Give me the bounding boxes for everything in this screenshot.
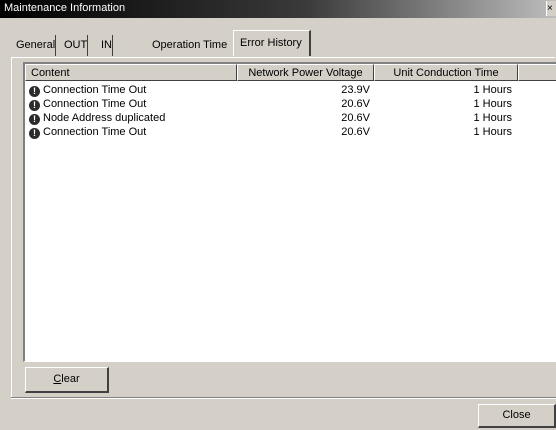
error-history-list[interactable]: Content Network Power Voltage Unit Condu… <box>23 62 556 362</box>
window-close-button[interactable]: × <box>546 1 556 16</box>
row-time: 1 Hours <box>473 98 512 110</box>
table-row[interactable]: ! Node Address duplicated 20.6V 1 Hours <box>25 111 556 125</box>
tab-error-history[interactable]: Error History <box>233 30 311 56</box>
tab-general[interactable]: General <box>11 35 57 56</box>
tab-out[interactable]: OUT <box>59 35 89 56</box>
divider <box>11 397 556 399</box>
row-content: Node Address duplicated <box>43 112 166 124</box>
row-voltage: 20.6V <box>341 98 370 110</box>
row-time: 1 Hours <box>473 126 512 138</box>
error-icon: ! <box>29 114 40 125</box>
column-header-content[interactable]: Content <box>25 64 237 81</box>
column-header-filler <box>518 64 556 81</box>
clear-button[interactable]: Clear <box>25 367 109 393</box>
row-time: 1 Hours <box>473 84 512 96</box>
table-row[interactable]: ! Connection Time Out 20.6V 1 Hours <box>25 97 556 111</box>
close-button[interactable]: Close <box>478 404 556 428</box>
row-voltage: 20.6V <box>341 126 370 138</box>
row-voltage: 23.9V <box>341 84 370 96</box>
row-time: 1 Hours <box>473 112 512 124</box>
title-bar: Maintenance Information × <box>0 0 556 18</box>
column-header-unit-conduction-time[interactable]: Unit Conduction Time <box>374 64 518 81</box>
window-title: Maintenance Information <box>4 2 126 14</box>
tab-operation-time[interactable]: Operation Time <box>147 35 227 56</box>
column-header-network-power-voltage[interactable]: Network Power Voltage <box>237 64 374 81</box>
error-icon: ! <box>29 100 40 111</box>
row-content: Connection Time Out <box>43 98 147 110</box>
clear-button-label: lear <box>61 373 80 385</box>
table-row[interactable]: ! Connection Time Out 20.6V 1 Hours <box>25 125 556 139</box>
table-row[interactable]: ! Connection Time Out 23.9V 1 Hours <box>25 83 556 97</box>
tab-in[interactable]: IN <box>96 35 113 56</box>
row-content: Connection Time Out <box>43 126 147 138</box>
list-header: Content Network Power Voltage Unit Condu… <box>25 64 556 81</box>
row-voltage: 20.6V <box>341 112 370 124</box>
error-icon: ! <box>29 86 40 97</box>
row-content: Connection Time Out <box>43 84 147 96</box>
error-icon: ! <box>29 128 40 139</box>
